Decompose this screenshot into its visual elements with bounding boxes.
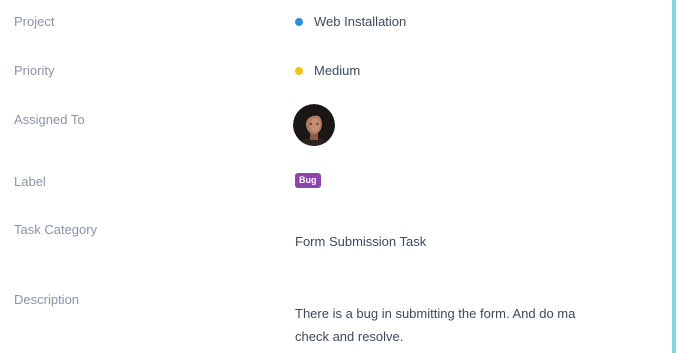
- bug-badge[interactable]: Bug: [295, 173, 321, 188]
- priority-value[interactable]: Medium: [295, 63, 360, 78]
- priority-label: Priority: [14, 63, 55, 78]
- label-field-label: Label: [14, 174, 46, 189]
- project-name: Web Installation: [314, 14, 407, 29]
- project-value[interactable]: Web Installation: [295, 14, 406, 29]
- project-dot-icon: [295, 17, 303, 26]
- description-line-1: There is a bug in submitting the form. A…: [295, 306, 576, 321]
- task-category-label: Task Category: [14, 222, 98, 237]
- assigned-to-label: Assigned To: [14, 112, 85, 127]
- user-avatar[interactable]: [293, 104, 335, 146]
- task-category-value: Form Submission Task: [295, 234, 427, 249]
- priority-dot-icon: [295, 66, 303, 75]
- description-line-2: check and resolve.: [295, 329, 404, 344]
- description-label: Description: [14, 292, 80, 307]
- project-label: Project: [14, 14, 55, 29]
- right-accent-bar: [672, 0, 676, 353]
- priority-name: Medium: [314, 63, 361, 78]
- label-field-value: Bug: [295, 173, 321, 188]
- description-text: There is a bug in submitting the form. A…: [295, 302, 675, 348]
